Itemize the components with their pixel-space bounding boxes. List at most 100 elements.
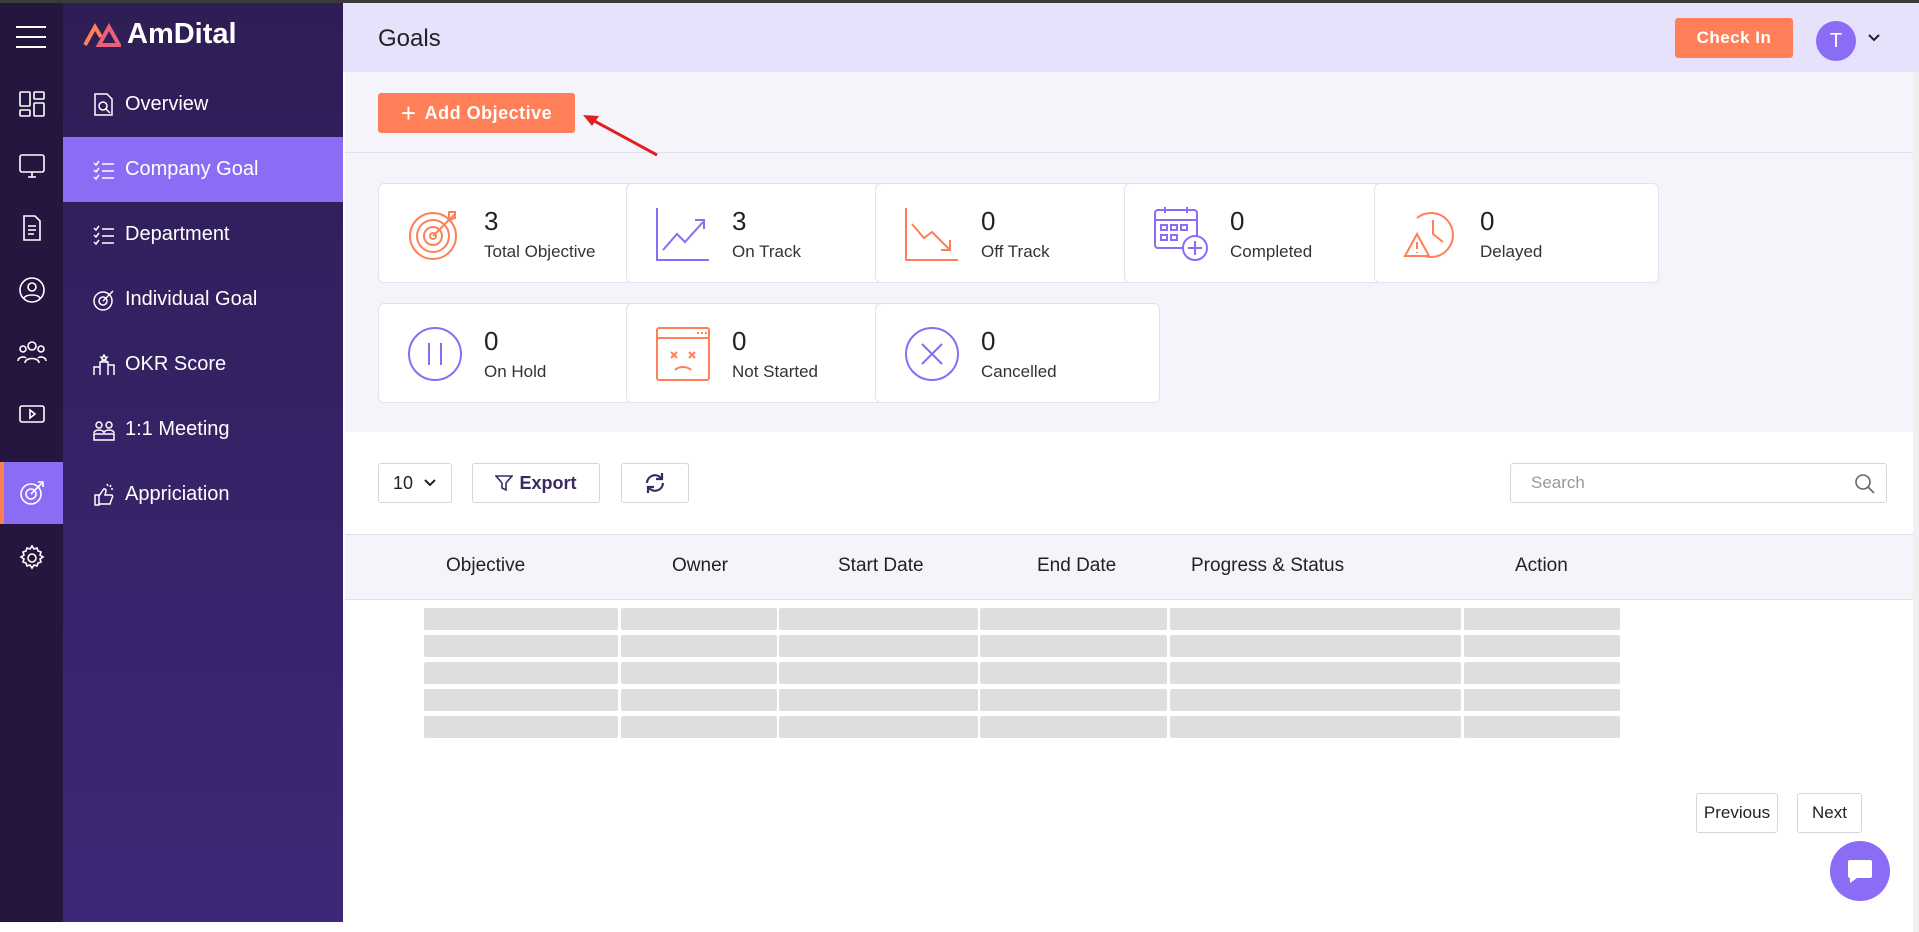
stat-card-cancelled[interactable]: 0 Cancelled — [875, 303, 1160, 403]
app-logo[interactable]: AmDital — [83, 18, 237, 51]
sidebar-item-label: Individual Goal — [125, 288, 258, 310]
monitor-icon[interactable] — [0, 135, 63, 197]
objectives-table-section: 10 Export Objective Owner Start Date End… — [345, 432, 1917, 922]
video-icon[interactable] — [0, 383, 63, 445]
column-header-objective[interactable]: Objective — [446, 555, 525, 577]
chevron-down-icon[interactable] — [1867, 33, 1881, 43]
chat-icon — [1848, 860, 1872, 883]
search-box — [1510, 463, 1887, 503]
skeleton-cell — [779, 635, 978, 657]
action-bar: + Add Objective — [345, 72, 1917, 157]
skeleton-cell — [621, 608, 777, 630]
sidebar: AmDital Overview Company Goal Department… — [63, 0, 343, 922]
search-input[interactable] — [1511, 464, 1841, 502]
filter-icon — [495, 475, 514, 492]
skeleton-cell — [980, 662, 1167, 684]
skeleton-cell — [1170, 662, 1461, 684]
stat-label: Delayed — [1480, 242, 1543, 261]
sidebar-item-label: OKR Score — [125, 353, 227, 375]
skeleton-cell — [779, 608, 978, 630]
list-check-icon — [93, 225, 114, 245]
document-icon[interactable] — [0, 197, 63, 259]
top-header: Goals Check In T — [343, 3, 1919, 72]
next-page-button[interactable]: Next — [1797, 793, 1862, 833]
sidebar-item-department[interactable]: Department — [63, 202, 343, 267]
stat-value: 0 — [1230, 206, 1245, 236]
stat-card-completed[interactable]: 0 Completed — [1124, 183, 1409, 283]
stat-value: 0 — [484, 326, 499, 356]
skeleton-cell — [980, 689, 1167, 711]
add-objective-button[interactable]: + Add Objective — [378, 93, 575, 133]
skeleton-cell — [779, 662, 978, 684]
sidebar-item-appreciation[interactable]: Appriciation — [63, 462, 343, 527]
chat-launcher-button[interactable] — [1830, 841, 1890, 901]
sidebar-item-label: Department — [125, 223, 230, 245]
annotation-arrow-icon — [583, 115, 658, 157]
skeleton-cell — [621, 716, 777, 738]
skeleton-cell — [1170, 689, 1461, 711]
column-header-end-date[interactable]: End Date — [1037, 555, 1116, 577]
column-header-owner[interactable]: Owner — [672, 555, 728, 577]
skeleton-cell — [1464, 662, 1620, 684]
browser-sad-icon — [656, 327, 710, 381]
check-in-button[interactable]: Check In — [1675, 18, 1793, 58]
meeting-icon — [93, 420, 115, 441]
pause-icon — [408, 327, 462, 381]
stat-card-not-started[interactable]: 0 Not Started — [626, 303, 911, 403]
stat-label: Completed — [1230, 242, 1313, 261]
stat-card-off-track[interactable]: 0 Off Track — [875, 183, 1160, 283]
avatar[interactable]: T — [1816, 21, 1856, 61]
target-icon — [93, 289, 114, 311]
user-circle-icon[interactable] — [0, 259, 63, 321]
logo-mark-icon — [83, 22, 121, 47]
page-scrollbar[interactable] — [1913, 72, 1919, 932]
skeleton-cell — [424, 716, 618, 738]
stat-card-total-objective[interactable]: 3 Total Objective — [378, 183, 663, 283]
settings-icon[interactable] — [0, 527, 63, 589]
trend-up-icon — [656, 208, 709, 261]
skeleton-cell — [424, 689, 618, 711]
sidebar-item-okr-score[interactable]: OKR Score — [63, 332, 343, 397]
refresh-button[interactable] — [621, 463, 689, 503]
team-icon[interactable] — [0, 321, 63, 383]
refresh-icon — [645, 473, 665, 493]
sidebar-item-label: Appriciation — [125, 483, 230, 505]
main-area: Goals Check In T + Add Objective 3 Total… — [343, 0, 1919, 932]
sidebar-item-meeting[interactable]: 1:1 Meeting — [63, 397, 343, 462]
clock-alert-icon — [1403, 212, 1454, 258]
skeleton-cell — [1464, 608, 1620, 630]
stat-card-on-hold[interactable]: 0 On Hold — [378, 303, 663, 403]
previous-page-button[interactable]: Previous — [1696, 793, 1778, 833]
stat-card-delayed[interactable]: 0 Delayed — [1374, 183, 1659, 283]
column-header-progress-status[interactable]: Progress & Status — [1191, 555, 1344, 577]
hamburger-menu-icon[interactable] — [16, 26, 46, 48]
cancel-icon — [905, 327, 959, 381]
stat-value: 0 — [981, 326, 996, 356]
sidebar-item-individual-goal[interactable]: Individual Goal — [63, 267, 343, 332]
stat-label: Total Objective — [484, 242, 596, 261]
export-label: Export — [519, 472, 577, 493]
skeleton-cell — [779, 716, 978, 738]
icon-rail — [0, 0, 63, 922]
stat-value: 0 — [732, 326, 747, 356]
skeleton-cell — [1170, 608, 1461, 630]
skeleton-cell — [1464, 635, 1620, 657]
calendar-add-icon — [1154, 207, 1208, 261]
export-button[interactable]: Export — [472, 463, 600, 503]
skeleton-cell — [1170, 635, 1461, 657]
search-icon[interactable] — [1854, 473, 1876, 495]
goal-icon[interactable] — [0, 462, 63, 524]
page-size-select[interactable]: 10 — [378, 463, 452, 503]
skeleton-cell — [980, 608, 1167, 630]
sidebar-item-company-goal[interactable]: Company Goal — [63, 137, 343, 202]
stat-card-on-track[interactable]: 3 On Track — [626, 183, 911, 283]
column-header-start-date[interactable]: Start Date — [838, 555, 924, 577]
podium-icon — [93, 353, 115, 375]
plus-icon: + — [400, 98, 417, 128]
dashboard-icon[interactable] — [0, 73, 63, 135]
column-header-action[interactable]: Action — [1515, 555, 1568, 577]
sidebar-item-label: Company Goal — [125, 158, 259, 180]
sidebar-item-overview[interactable]: Overview — [63, 72, 343, 137]
skeleton-cell — [424, 662, 618, 684]
skeleton-cell — [980, 716, 1167, 738]
